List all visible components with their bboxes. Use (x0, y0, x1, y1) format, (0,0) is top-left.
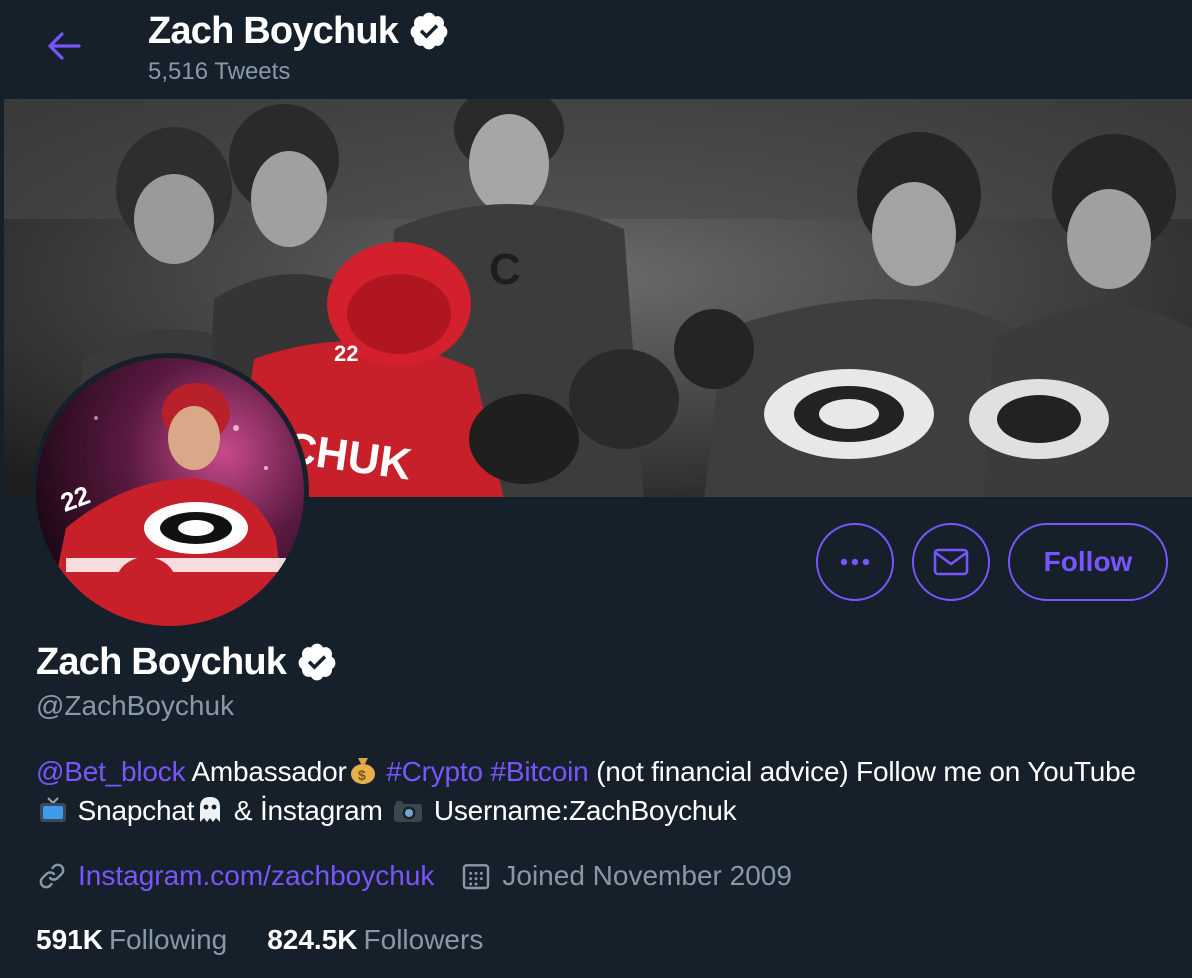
svg-text:C: C (489, 245, 521, 294)
avatar-image: 22 (36, 358, 304, 626)
verified-badge-icon (298, 643, 336, 681)
bio-text: & İnstagram (233, 795, 383, 826)
more-button[interactable] (816, 523, 894, 601)
bio-text: Username:ZachBoychuk (433, 795, 737, 826)
svg-text:22: 22 (334, 341, 358, 366)
following-label: Following (108, 924, 228, 955)
followers-label: Followers (363, 924, 484, 955)
profile-name: Zach Boychuk (36, 640, 287, 683)
tweet-count: 5,516 Tweets (148, 58, 291, 85)
bio-text: (not financial advice) Follow me on YouT… (596, 756, 1136, 787)
svg-text:$: $ (358, 767, 366, 783)
profile-meta: Instagram.com/zachboychuk Joined Novembe… (36, 854, 792, 898)
back-button[interactable] (36, 18, 92, 74)
followers-count: 824.5K (267, 924, 358, 955)
envelope-icon (933, 548, 969, 576)
following-stat[interactable]: 591K Following (36, 924, 227, 956)
hashtag-bitcoin-link[interactable]: #Bitcoin (490, 756, 588, 787)
television-icon (40, 797, 66, 822)
website-link[interactable]: Instagram.com/zachboychuk (78, 860, 434, 892)
profile-page: Zach Boychuk 5,516 Tweets C 22 CHUK 22 F… (0, 0, 1192, 978)
header-title: Zach Boychuk (148, 8, 450, 54)
profile-name-row: Zach Boychuk (36, 640, 338, 684)
bio-text: Snapchat (77, 795, 195, 826)
profile-avatar[interactable]: 22 (31, 353, 309, 631)
website-item: Instagram.com/zachboychuk (36, 860, 434, 892)
bio-text: Ambassador (191, 756, 347, 787)
profile-bio: @Bet_block Ambassador $ #Crypto #Bitcoin… (36, 752, 1166, 830)
joined-date: Joined November 2009 (502, 860, 792, 891)
followers-stat[interactable]: 824.5K Followers (267, 924, 483, 956)
link-icon (39, 863, 65, 889)
following-count: 591K (36, 924, 103, 955)
camera-icon (394, 801, 423, 822)
follow-stats: 591K Following 824.5K Followers (36, 920, 483, 960)
bio-mention-link[interactable]: @Bet_block (36, 756, 186, 787)
verified-badge-icon (410, 12, 448, 50)
profile-header: Zach Boychuk 5,516 Tweets (0, 0, 1192, 98)
calendar-icon (463, 864, 490, 890)
hashtag-crypto-link[interactable]: #Crypto (386, 756, 483, 787)
header-name: Zach Boychuk (148, 9, 399, 52)
joined-item: Joined November 2009 (460, 860, 792, 892)
ghost-icon (200, 797, 221, 822)
money-bag-icon: $ (350, 758, 375, 784)
profile-handle: @ZachBoychuk (36, 690, 235, 721)
message-button[interactable] (912, 523, 990, 601)
follow-button[interactable]: Follow (1008, 523, 1168, 601)
ellipsis-icon (840, 558, 870, 566)
arrow-left-icon (48, 32, 81, 60)
